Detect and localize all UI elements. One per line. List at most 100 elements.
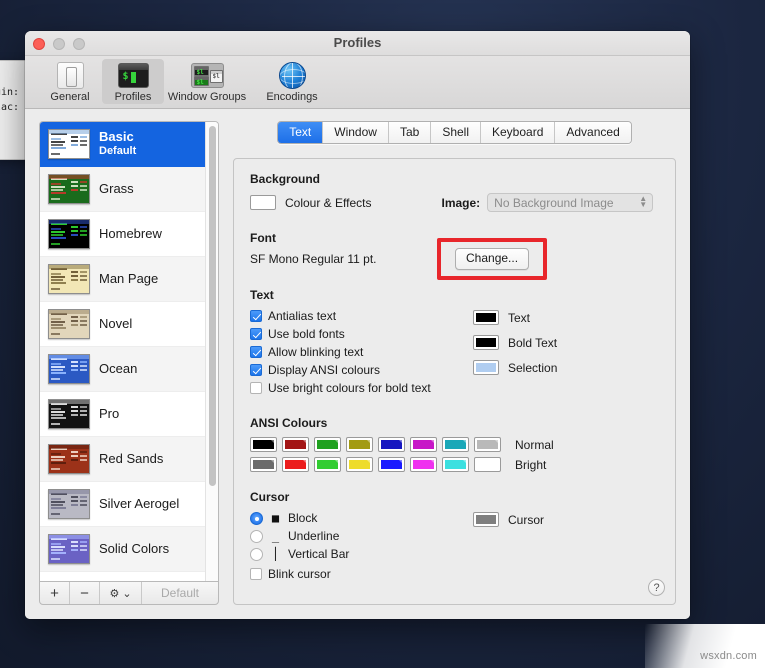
colour-well-text[interactable] xyxy=(473,310,499,325)
profile-row[interactable]: Ocean xyxy=(40,347,205,392)
add-profile-button[interactable]: + xyxy=(40,582,70,604)
text-checkbox-row[interactable]: Use bright colours for bold text xyxy=(250,381,465,395)
radio-icon[interactable] xyxy=(250,547,263,561)
cursor-option-row[interactable]: _ Underline xyxy=(250,529,465,543)
profile-name: Pro xyxy=(99,405,120,421)
text-checkbox-row[interactable]: Antialias text xyxy=(250,309,465,323)
ansi-swatch[interactable] xyxy=(282,457,309,472)
settings-tabbar: Text Window Tab Shell Keyboard Advanced xyxy=(233,121,676,144)
profiles-scrollbar-thumb[interactable] xyxy=(209,126,216,486)
radio-icon[interactable] xyxy=(250,529,263,543)
text-checkbox-row[interactable]: Display ANSI colours xyxy=(250,363,465,377)
cursor-option-row[interactable]: ■ Block xyxy=(250,511,465,525)
cursor-option-label: Underline xyxy=(288,529,340,543)
profile-thumbnail xyxy=(48,399,90,429)
ansi-colour-grid: Normal Bright xyxy=(250,437,659,472)
cursor-option-row[interactable]: │ Vertical Bar xyxy=(250,547,465,561)
blink-cursor-label: Blink cursor xyxy=(268,567,331,581)
ansi-swatch[interactable] xyxy=(250,437,277,452)
checkbox-icon[interactable] xyxy=(250,568,262,580)
ansi-swatch[interactable] xyxy=(250,457,277,472)
cursor-colour-well-row: Cursor xyxy=(473,512,544,527)
profile-row[interactable]: Basic Default xyxy=(40,122,205,167)
toolbar-item-profiles[interactable]: $ Profiles xyxy=(102,59,164,104)
profile-row[interactable]: Silver Aerogel xyxy=(40,482,205,527)
checkbox-label: Display ANSI colours xyxy=(268,363,381,377)
background-image-select[interactable]: No Background Image ▲ ▼ xyxy=(487,193,654,212)
toolbar-item-window-groups[interactable]: $l $l $l Window Groups xyxy=(165,59,249,104)
change-font-button[interactable]: Change... xyxy=(455,248,530,270)
tab-text[interactable]: Text xyxy=(278,122,324,143)
toolbar-item-general[interactable]: General xyxy=(39,59,101,104)
ansi-swatch[interactable] xyxy=(442,437,469,452)
toolbar-label-general: General xyxy=(50,91,90,103)
profile-row[interactable]: Solid Colors xyxy=(40,527,205,572)
tab-advanced[interactable]: Advanced xyxy=(555,122,631,143)
ansi-swatch[interactable] xyxy=(346,457,373,472)
text-colour-well-row: Text xyxy=(473,310,557,325)
window-content: Basic Default Grass Homebrew Man Page Novel Oc… xyxy=(25,109,690,619)
cursor-option-label: Block xyxy=(288,511,318,525)
ansi-swatch[interactable] xyxy=(346,437,373,452)
tab-window[interactable]: Window xyxy=(323,122,389,143)
ansi-swatch[interactable] xyxy=(410,457,437,472)
colour-effects-label[interactable]: Colour & Effects xyxy=(285,196,371,210)
profile-names: Red Sands xyxy=(99,451,163,467)
profile-actions-button[interactable]: ⚙ ⌄ xyxy=(100,582,142,604)
cursor-colour-well[interactable] xyxy=(473,512,499,527)
text-checkbox-row[interactable]: Allow blinking text xyxy=(250,345,465,359)
ansi-swatch[interactable] xyxy=(314,437,341,452)
profile-row[interactable]: Grass xyxy=(40,167,205,212)
checkbox-label: Antialias text xyxy=(268,309,337,323)
tab-shell[interactable]: Shell xyxy=(431,122,481,143)
profile-names: Ocean xyxy=(99,361,137,377)
radio-icon[interactable] xyxy=(250,511,263,525)
colour-well-selection[interactable] xyxy=(473,360,499,375)
profile-row[interactable]: Novel xyxy=(40,302,205,347)
ansi-swatch[interactable] xyxy=(474,437,501,452)
profile-thumbnail xyxy=(48,174,90,204)
chevron-updown-icon: ▲ ▼ xyxy=(639,194,648,209)
colour-well-bold-text[interactable] xyxy=(473,335,499,350)
checkbox-icon[interactable] xyxy=(250,328,262,340)
ansi-swatch[interactable] xyxy=(282,437,309,452)
ansi-swatch[interactable] xyxy=(410,437,437,452)
background-row: Colour & Effects Image: No Background Im… xyxy=(250,193,659,212)
text-checkbox-row[interactable]: Use bold fonts xyxy=(250,327,465,341)
toolbar-label-encodings: Encodings xyxy=(266,91,318,103)
background-terminal-line-1: gin: xyxy=(0,87,20,98)
help-button[interactable]: ? xyxy=(648,579,665,596)
profile-names: Homebrew xyxy=(99,226,162,242)
text-settings-pane: Background Colour & Effects Image: No Ba… xyxy=(233,158,676,605)
profile-row[interactable]: Man Page xyxy=(40,257,205,302)
tab-tab[interactable]: Tab xyxy=(388,122,432,143)
ansi-swatch[interactable] xyxy=(474,457,501,472)
ansi-row-bright: Bright xyxy=(250,457,659,472)
profile-row[interactable]: Pro xyxy=(40,392,205,437)
font-value: SF Mono Regular 11 pt. xyxy=(250,252,377,266)
blink-cursor-row[interactable]: Blink cursor xyxy=(250,567,465,581)
profile-row[interactable]: Homebrew xyxy=(40,212,205,257)
terminal-icon: $ xyxy=(104,61,162,90)
profile-thumbnail xyxy=(48,219,90,249)
text-section-row: Antialias text Use bold fonts Allow blinki… xyxy=(250,309,659,399)
toolbar-item-encodings[interactable]: Encodings xyxy=(250,59,334,104)
tab-keyboard[interactable]: Keyboard xyxy=(481,122,556,143)
change-font-highlight: Change... xyxy=(437,238,548,280)
remove-profile-button[interactable]: − xyxy=(70,582,100,604)
profiles-scrollbar[interactable] xyxy=(205,122,218,581)
set-default-button[interactable]: Default xyxy=(142,582,218,604)
checkbox-icon[interactable] xyxy=(250,310,262,322)
toolbar-label-profiles: Profiles xyxy=(114,91,152,103)
checkbox-icon[interactable] xyxy=(250,382,262,394)
profile-thumbnail xyxy=(48,444,90,474)
profile-row[interactable]: Red Sands xyxy=(40,437,205,482)
ansi-swatch[interactable] xyxy=(442,457,469,472)
ansi-swatch[interactable] xyxy=(378,457,405,472)
ansi-swatch[interactable] xyxy=(314,457,341,472)
checkbox-icon[interactable] xyxy=(250,346,262,358)
checkbox-icon[interactable] xyxy=(250,364,262,376)
ansi-swatch[interactable] xyxy=(378,437,405,452)
background-colour-well[interactable] xyxy=(250,195,276,210)
cursor-shape-glyph: _ xyxy=(271,529,280,543)
